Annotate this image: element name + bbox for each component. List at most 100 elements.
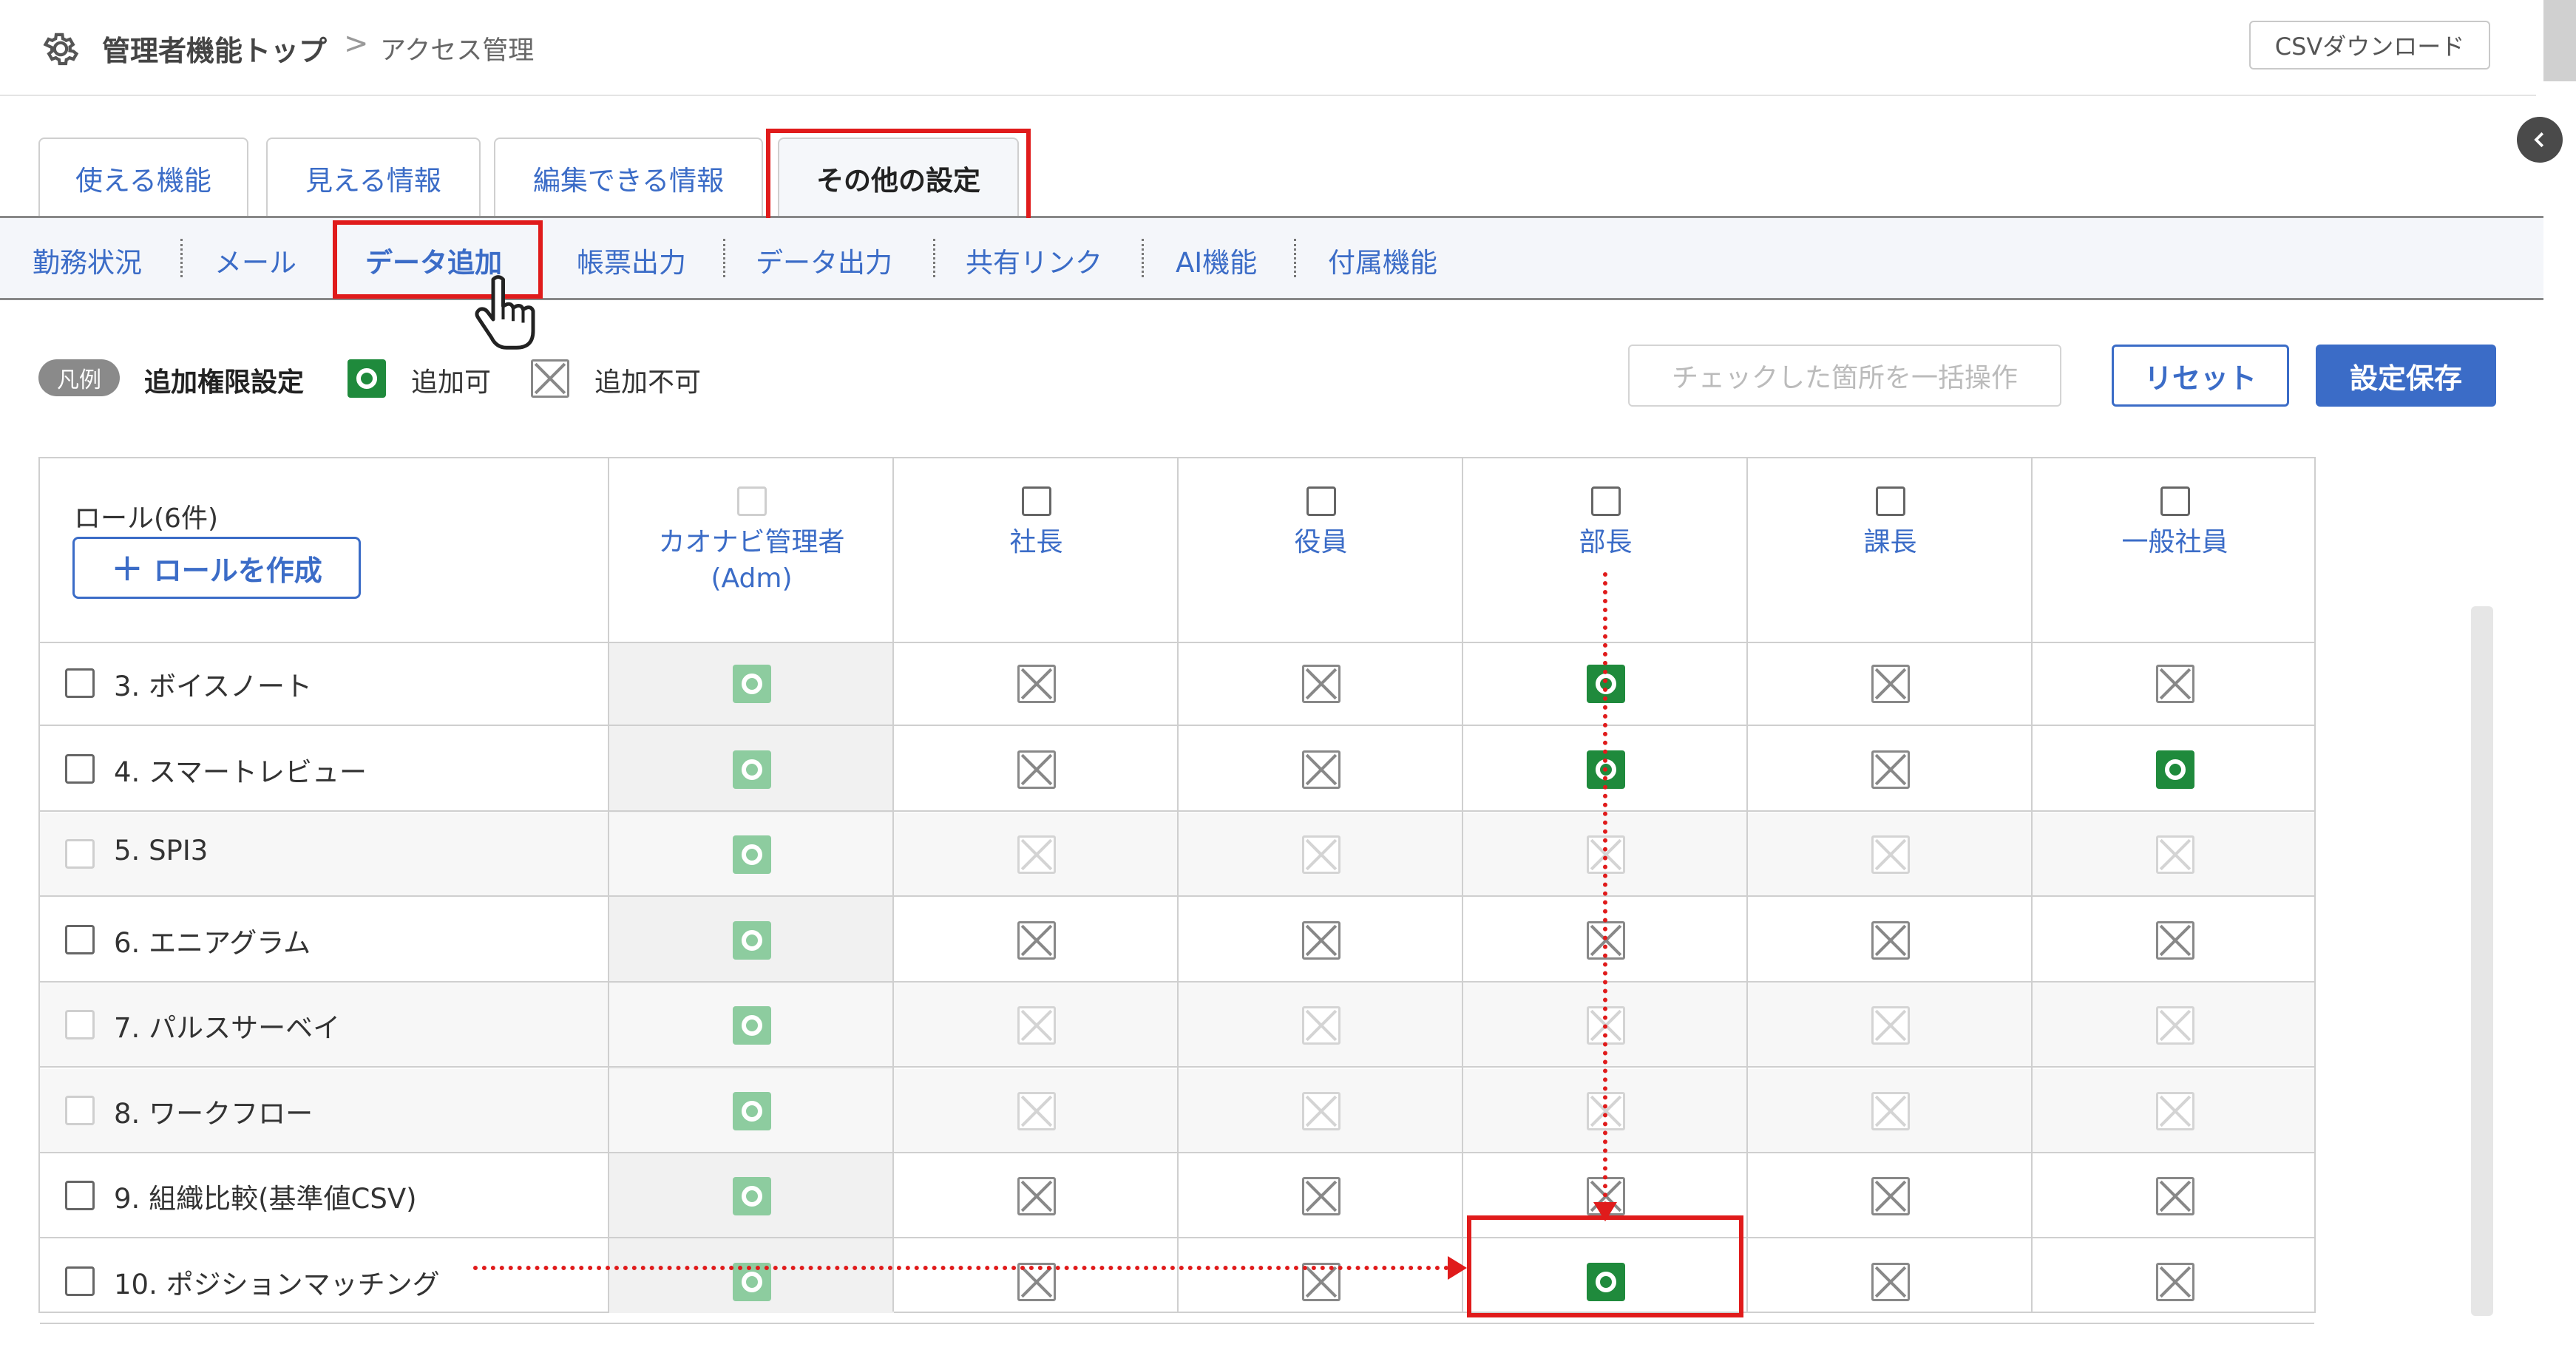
permission-cell [1179, 1154, 1463, 1238]
reset-button[interactable]: リセット [2112, 345, 2289, 407]
column-header-employee: 一般社員 [2033, 486, 2317, 561]
allow-icon [732, 665, 771, 703]
permission-cell [894, 727, 1179, 812]
deny-icon[interactable] [1301, 665, 1340, 703]
subtab-ai[interactable]: AI機能 [1176, 240, 1257, 280]
deny-icon [1871, 835, 1910, 874]
permission-cell [894, 642, 1179, 726]
allow-icon [732, 1177, 771, 1215]
permission-cell [1179, 727, 1463, 812]
bulk-operation-button[interactable]: チェックした箇所を一括操作 [1628, 345, 2061, 407]
permission-cell [2033, 727, 2317, 812]
column-checkbox[interactable] [1590, 486, 1621, 516]
collapse-button[interactable] [2517, 117, 2563, 163]
annotation-dotted-line-vertical [1603, 572, 1607, 1207]
deny-icon[interactable] [1871, 665, 1910, 703]
role-count: ロール(6件) [74, 503, 218, 534]
deny-icon[interactable] [1301, 920, 1340, 960]
row-label: 8. ワークフロー [114, 1097, 313, 1130]
permission-cell [609, 1069, 894, 1153]
allow-icon [732, 1091, 771, 1130]
annotation-dotted-line-horizontal [473, 1266, 1449, 1270]
subtab-report-output[interactable]: 帳票出力 [577, 240, 686, 280]
gear-icon[interactable] [40, 28, 81, 69]
permission-cell [2033, 898, 2317, 983]
subtab-divider [1294, 239, 1296, 277]
row-label: 5. SPI3 [114, 835, 209, 866]
deny-icon[interactable] [2155, 1262, 2194, 1301]
tab-visible-info[interactable]: 見える情報 [266, 138, 481, 217]
permission-cell [1179, 1069, 1463, 1153]
row-label: 10. ポジションマッチング [114, 1268, 440, 1300]
permission-cell [894, 813, 1179, 897]
legend-pill: 凡例 [38, 359, 120, 396]
permission-table: ロール(6件) + ロールを作成 カオナビ管理者 (Adm) 社長 役員 部長 … [38, 457, 2317, 1324]
row-checkbox[interactable] [65, 1181, 95, 1210]
allow-icon [732, 835, 771, 874]
create-role-button[interactable]: + ロールを作成 [72, 537, 361, 599]
deny-icon [2155, 1006, 2194, 1045]
table-scrollbar[interactable] [2471, 606, 2493, 1316]
deny-icon[interactable] [1301, 1177, 1340, 1215]
subtab-divider [1142, 239, 1144, 277]
column-checkbox[interactable] [736, 486, 767, 516]
tab-usable-functions[interactable]: 使える機能 [38, 138, 248, 217]
deny-icon [1871, 1006, 1910, 1045]
row-checkbox[interactable] [65, 924, 95, 954]
deny-icon [2155, 835, 2194, 874]
subtab-work-status[interactable]: 勤務状況 [33, 240, 142, 280]
deny-icon [1301, 1006, 1340, 1045]
permission-cell [1748, 898, 2033, 983]
row-checkbox[interactable] [65, 668, 95, 698]
column-header-president: 社長 [894, 486, 1179, 561]
row-label: 7. パルスサーベイ [114, 1012, 341, 1044]
row-checkbox[interactable] [65, 1266, 95, 1296]
subtab-attached[interactable]: 付属機能 [1328, 240, 1437, 280]
deny-icon[interactable] [1301, 750, 1340, 789]
column-checkbox[interactable] [1306, 486, 1336, 516]
column-title: 社長 [1009, 527, 1063, 557]
column-divider [1746, 458, 1748, 1312]
deny-icon[interactable] [2155, 1177, 2194, 1215]
deny-icon[interactable] [1017, 920, 1056, 960]
deny-icon [531, 359, 569, 398]
deny-icon[interactable] [2155, 665, 2194, 703]
deny-icon[interactable] [1871, 920, 1910, 960]
breadcrumb-home[interactable]: 管理者機能トップ [102, 28, 327, 69]
column-checkbox[interactable] [1021, 486, 1051, 516]
deny-icon[interactable] [1017, 665, 1056, 703]
hand-cursor-icon [475, 275, 535, 350]
deny-icon [2155, 1091, 2194, 1130]
csv-download-button[interactable]: CSVダウンロード [2249, 21, 2490, 69]
deny-icon[interactable] [1017, 1177, 1056, 1215]
subtab-share-link[interactable]: 共有リンク [966, 240, 1102, 280]
row-checkbox[interactable] [65, 753, 95, 784]
column-title: 課長 [1863, 527, 1917, 557]
permission-cell [1748, 1069, 2033, 1153]
tab-editable-info[interactable]: 編集できる情報 [494, 138, 763, 217]
permission-cell [894, 1240, 1179, 1324]
save-settings-button[interactable]: 設定保存 [2316, 345, 2496, 407]
subtab-divider [933, 239, 935, 277]
permission-cell [1179, 813, 1463, 897]
deny-icon[interactable] [1871, 750, 1910, 789]
allow-icon[interactable] [2155, 750, 2194, 789]
deny-icon[interactable] [1871, 1262, 1910, 1301]
column-header-admin: カオナビ管理者 (Adm) [609, 486, 894, 597]
deny-icon[interactable] [1871, 1177, 1910, 1215]
deny-icon [1301, 1091, 1340, 1130]
row-checkbox [65, 1095, 95, 1125]
subtab-data-output[interactable]: データ出力 [756, 240, 892, 280]
row-label: 4. スマートレビュー [114, 756, 367, 788]
subtab-mail[interactable]: メール [214, 240, 296, 280]
column-title: 一般社員 [2121, 527, 2228, 557]
column-title: カオナビ管理者 [658, 527, 845, 557]
deny-icon[interactable] [1017, 750, 1056, 789]
column-checkbox[interactable] [2160, 486, 2190, 516]
column-checkbox[interactable] [1875, 486, 1905, 516]
column-divider [608, 458, 609, 1312]
deny-icon[interactable] [2155, 920, 2194, 960]
page-scrollbar[interactable] [2543, 0, 2576, 81]
deny-icon [1871, 1091, 1910, 1130]
create-role-label: ロールを作成 [153, 554, 322, 587]
